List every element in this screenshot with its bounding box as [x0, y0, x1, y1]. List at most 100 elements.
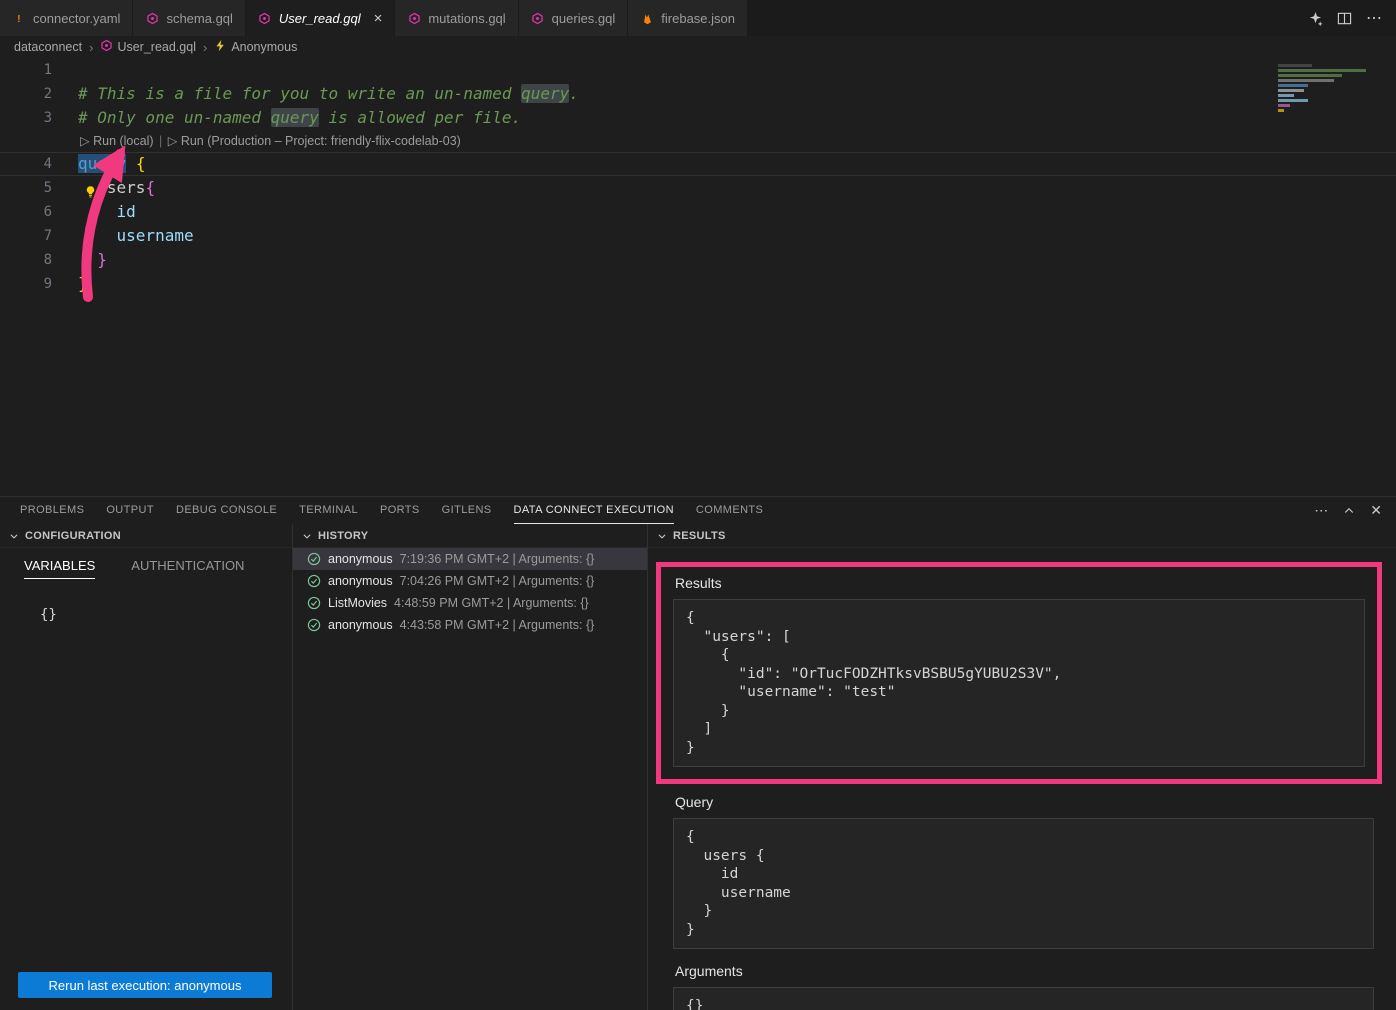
- line-number: 4: [0, 152, 78, 176]
- tabbar-actions: ⋯: [1308, 0, 1396, 36]
- line-number: 1: [0, 58, 78, 82]
- results-section-results: Results{ "users": [ { "id": "OrTucFODZHT…: [656, 562, 1382, 784]
- tab-close-icon[interactable]: ×: [374, 11, 383, 26]
- editor-line-6: 6 id: [0, 200, 1396, 224]
- check-circle-icon: [307, 618, 321, 632]
- line-content: }: [78, 248, 107, 272]
- history-item[interactable]: anonymous7:19:36 PM GMT+2 | Arguments: {…: [293, 548, 647, 570]
- configuration-header-label: CONFIGURATION: [25, 530, 121, 542]
- breadcrumb-separator: ›: [202, 40, 208, 55]
- editor-tab-list: !connector.yaml schema.gql User_read.gql×m…: [0, 0, 748, 36]
- code-editor[interactable]: 12# This is a file for you to write an u…: [0, 58, 1396, 496]
- line-content: # This is a file for you to write an un-…: [78, 82, 579, 106]
- editor-line-1: 1: [0, 58, 1396, 82]
- line-number: 2: [0, 82, 78, 106]
- results-header[interactable]: RESULTS: [648, 524, 1396, 548]
- breadcrumb-item-dataconnect[interactable]: dataconnect: [14, 40, 82, 54]
- panel-actions: ⋯ ✕: [1314, 497, 1396, 524]
- configuration-tab-variables[interactable]: VARIABLES: [24, 558, 95, 579]
- codelens-separator: |: [154, 134, 168, 148]
- rerun-last-execution-button[interactable]: Rerun last execution: anonymous: [18, 972, 272, 998]
- breadcrumb-item-user-read-gql[interactable]: User_read.gql: [100, 39, 196, 55]
- breadcrumb: dataconnect›User_read.gql›Anonymous: [0, 36, 1396, 58]
- results-code-block: { users { id username } }: [673, 818, 1374, 949]
- panel-tab-problems[interactable]: PROBLEMS: [20, 497, 84, 524]
- check-circle-icon: [307, 574, 321, 588]
- tab-label: queries.gql: [552, 11, 616, 26]
- panel-tab-terminal[interactable]: TERMINAL: [299, 497, 358, 524]
- history-header[interactable]: HISTORY: [293, 524, 647, 548]
- tab-connector-yaml[interactable]: !connector.yaml: [0, 0, 133, 36]
- editor-line-3: 3# Only one un-named query is allowed pe…: [0, 106, 1396, 130]
- editor-line-5: 5 users{: [0, 176, 1396, 200]
- results-section-label: Arguments: [675, 963, 1374, 979]
- copilot-sparkle-icon[interactable]: [1308, 11, 1323, 26]
- panel-body: CONFIGURATION VARIABLES AUTHENTICATION {}…: [0, 524, 1396, 1010]
- breadcrumb-item-anonymous[interactable]: Anonymous: [214, 39, 297, 55]
- history-item-detail: 4:43:58 PM GMT+2 | Arguments: {}: [400, 618, 595, 632]
- history-item[interactable]: anonymous 4:43:58 PM GMT+2 | Arguments: {…: [293, 614, 647, 636]
- breadcrumb-label: Anonymous: [231, 40, 297, 54]
- panel-close-icon[interactable]: ✕: [1370, 502, 1382, 519]
- editor-lines: 12# This is a file for you to write an u…: [0, 58, 1396, 296]
- line-content: # Only one un-named query is allowed per…: [78, 106, 521, 130]
- results-section-label: Query: [675, 794, 1374, 810]
- line-number: 8: [0, 248, 78, 272]
- chevron-down-icon: [8, 531, 20, 541]
- configuration-panel: CONFIGURATION VARIABLES AUTHENTICATION {}…: [0, 524, 293, 1010]
- panel-tabbar: PROBLEMS OUTPUT DEBUG CONSOLE TERMINAL PORTS…: [0, 497, 1396, 524]
- check-circle-icon: [307, 596, 321, 610]
- chevron-down-icon: [656, 531, 668, 541]
- history-item[interactable]: ListMovies4:48:59 PM GMT+2 | Arguments: …: [293, 592, 647, 614]
- history-item[interactable]: anonymous7:04:26 PM GMT+2 | Arguments: {…: [293, 570, 647, 592]
- graphql-icon: [407, 11, 421, 25]
- panel-tab-debug-console[interactable]: DEBUG CONSOLE: [176, 497, 277, 524]
- history-item-name: ListMovies: [328, 596, 387, 610]
- tab-user-read-gql[interactable]: User_read.gql×: [246, 0, 395, 36]
- editor-line-7: 7 username: [0, 224, 1396, 248]
- results-panel: RESULTS Results{ "users": [ { "id": "OrT…: [648, 524, 1396, 1010]
- line-content: query {: [78, 152, 145, 176]
- line-number: 6: [0, 200, 78, 224]
- history-item-detail: 7:04:26 PM GMT+2 | Arguments: {}: [400, 574, 595, 588]
- bottom-panel: PROBLEMS OUTPUT DEBUG CONSOLE TERMINAL PORTS…: [0, 496, 1396, 1010]
- history-item-name: anonymous: [328, 618, 393, 632]
- codelens-run-production[interactable]: ▷ Run (Production – Project: friendly-fl…: [168, 134, 461, 148]
- line-number: 9: [0, 272, 78, 296]
- editor-more-actions-icon[interactable]: ⋯: [1366, 8, 1382, 28]
- chevron-down-icon: [301, 531, 313, 541]
- editor-line-4: 4query {: [0, 152, 1396, 176]
- editor-tabbar: !connector.yaml schema.gql User_read.gql×m…: [0, 0, 1396, 36]
- line-number: 7: [0, 224, 78, 248]
- history-item-detail: 7:19:36 PM GMT+2 | Arguments: {}: [400, 552, 595, 566]
- configuration-tab-authentication[interactable]: AUTHENTICATION: [131, 558, 244, 579]
- panel-tab-ports[interactable]: PORTS: [380, 497, 420, 524]
- codelens-row: ▷ Run (local) | ▷ Run (Production – Proj…: [0, 130, 1396, 152]
- panel-tab-data-connect-execution[interactable]: DATA CONNECT EXECUTION: [514, 497, 674, 524]
- lightbulb-icon[interactable]: [84, 181, 98, 195]
- panel-tab-gitlens[interactable]: GITLENS: [442, 497, 492, 524]
- line-number: 3: [0, 106, 78, 130]
- tab-firebase-json[interactable]: firebase.json: [628, 0, 748, 36]
- variables-value[interactable]: {}: [40, 607, 292, 623]
- minimap[interactable]: [1278, 62, 1386, 114]
- tab-queries-gql[interactable]: queries.gql: [519, 0, 629, 36]
- panel-tab-output[interactable]: OUTPUT: [106, 497, 154, 524]
- line-content: }: [78, 272, 88, 296]
- split-editor-icon[interactable]: [1337, 11, 1352, 26]
- graphql-icon: [258, 11, 272, 25]
- tab-schema-gql[interactable]: schema.gql: [133, 0, 245, 36]
- panel-more-actions-icon[interactable]: ⋯: [1314, 502, 1328, 519]
- configuration-header[interactable]: CONFIGURATION: [0, 524, 292, 548]
- check-circle-icon: [307, 552, 321, 566]
- codelens-run-local[interactable]: ▷ Run (local): [80, 134, 154, 148]
- svg-text:!: !: [17, 13, 21, 25]
- tab-label: schema.gql: [166, 11, 232, 26]
- panel-tab-comments[interactable]: COMMENTS: [696, 497, 763, 524]
- panel-maximize-icon[interactable]: [1343, 505, 1355, 517]
- results-section-query: Query { users { id username } }: [673, 794, 1374, 949]
- tab-mutations-gql[interactable]: mutations.gql: [395, 0, 518, 36]
- results-header-label: RESULTS: [673, 530, 726, 542]
- symbol-anonymous-icon: [214, 39, 227, 55]
- vscode-window: !connector.yamlschema.gqlUser_read.gql×m…: [0, 0, 1396, 1010]
